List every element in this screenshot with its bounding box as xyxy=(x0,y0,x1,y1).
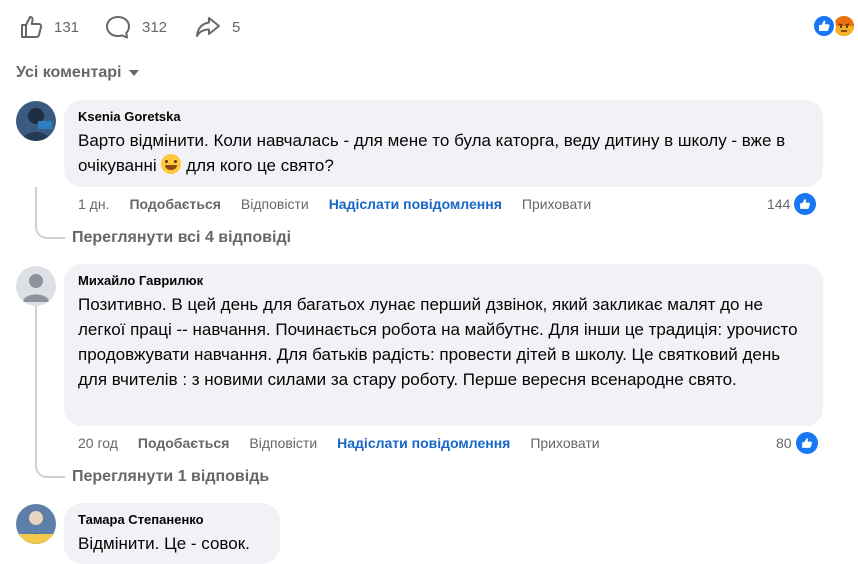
avatar[interactable] xyxy=(16,504,56,544)
caret-down-icon xyxy=(129,70,140,76)
send-message-button[interactable]: Надіслати повідомлення xyxy=(329,196,502,212)
avatar[interactable] xyxy=(16,266,56,306)
comment-author[interactable]: Тамара Степаненко xyxy=(78,511,266,529)
comment-text: Варто відмінити. Коли навчалась - для ме… xyxy=(78,128,809,178)
view-replies-link[interactable]: Переглянути 1 відповідь xyxy=(72,468,269,486)
like-comment-button[interactable]: Подобається xyxy=(129,196,220,212)
comment-like-count[interactable]: 144 xyxy=(767,193,817,215)
share-count: 5 xyxy=(232,18,241,36)
comments-filter-dropdown[interactable]: Усі коментарі xyxy=(16,62,140,84)
comment-likes: 80 xyxy=(776,435,792,451)
like-reaction-icon xyxy=(795,432,818,454)
filter-label: Усі коментарі xyxy=(16,64,122,81)
comment-author[interactable]: Михайло Гаврилюк xyxy=(78,272,809,290)
thread-connector xyxy=(35,187,65,239)
avatar[interactable] xyxy=(16,101,56,141)
grinning-sweat-emoji-icon xyxy=(161,154,182,174)
thread-connector xyxy=(35,306,65,478)
comment-text: Позитивно. В цей день для багатьох лунає… xyxy=(78,295,798,389)
reply-button[interactable]: Відповісти xyxy=(241,196,309,212)
comment-author[interactable]: Ksenia Goretska xyxy=(78,108,809,126)
comment-text: Відмінити. Це - совок. xyxy=(78,534,250,553)
comment-bubble: Тамара Степаненко Відмінити. Це - совок. xyxy=(64,503,280,564)
comment-stat[interactable]: 312 xyxy=(104,12,167,42)
comment-bubble: Ksenia Goretska Варто відмінити. Коли на… xyxy=(64,100,823,187)
comment-actions: 1 дн. Подобається Відповісти Надіслати п… xyxy=(78,194,611,214)
like-comment-button[interactable]: Подобається xyxy=(138,435,229,451)
comment-like-count[interactable]: 80 xyxy=(776,432,818,454)
reply-button[interactable]: Відповісти xyxy=(249,435,317,451)
comment-time[interactable]: 20 год xyxy=(78,435,118,451)
share-stat[interactable]: 5 xyxy=(194,12,240,42)
comment-likes: 144 xyxy=(767,196,791,212)
reactions-summary[interactable] xyxy=(812,14,858,40)
comment-time[interactable]: 1 дн. xyxy=(78,196,109,212)
comment-text-part: для кого це свято? xyxy=(181,156,334,175)
comment-actions: 20 год Подобається Відповісти Надіслати … xyxy=(78,433,620,453)
comment-bubble: Михайло Гаврилюк Позитивно. В цей день д… xyxy=(64,264,823,426)
share-arrow-icon xyxy=(194,14,222,40)
like-count: 131 xyxy=(54,18,80,36)
view-replies-link[interactable]: Переглянути всі 4 відповіді xyxy=(72,229,291,247)
like-stat[interactable]: 131 xyxy=(18,12,79,42)
send-message-button[interactable]: Надіслати повідомлення xyxy=(337,435,510,451)
thumbs-up-icon xyxy=(18,14,44,40)
hide-button[interactable]: Приховати xyxy=(522,196,591,212)
hide-button[interactable]: Приховати xyxy=(530,435,599,451)
like-reaction-icon xyxy=(812,14,836,38)
like-reaction-icon xyxy=(794,193,817,215)
comment-count: 312 xyxy=(142,18,168,36)
post-stats-bar: 131 312 5 xyxy=(0,0,858,56)
comment-bubble-icon xyxy=(104,14,132,40)
